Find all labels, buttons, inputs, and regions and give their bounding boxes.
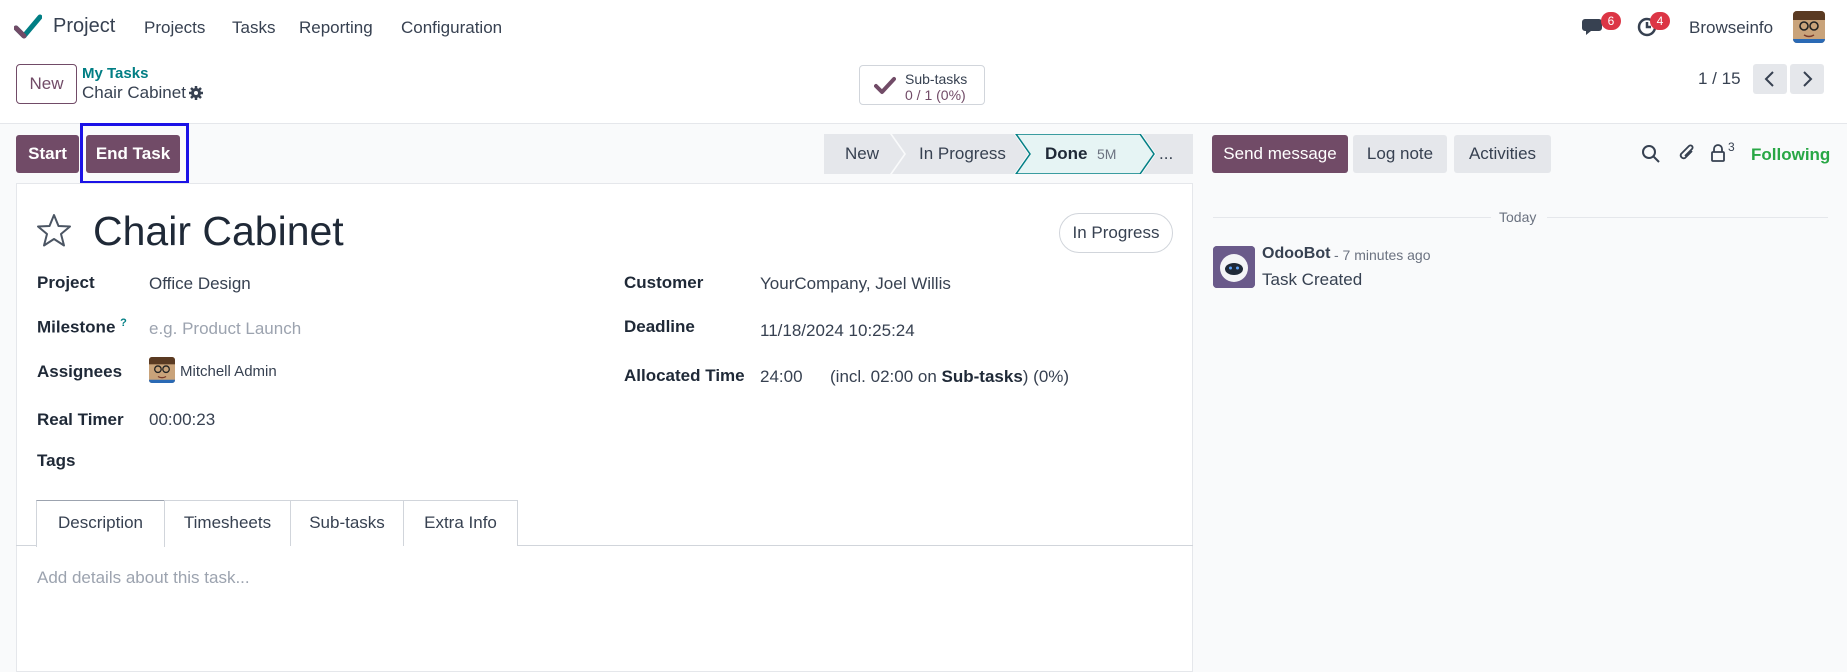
tags-label: Tags [37, 451, 76, 470]
top-navbar: Project Projects Tasks Reporting Configu… [0, 0, 1847, 53]
assignees-label: Assignees [37, 362, 123, 381]
send-message-button[interactable]: Send message [1212, 135, 1348, 173]
date-separator-line-left [1213, 217, 1491, 218]
customer-field[interactable]: YourCompany, Joel Willis [760, 274, 951, 294]
stage-done-duration: 5M [1097, 146, 1117, 162]
project-field[interactable]: Office Design [149, 274, 251, 294]
user-name[interactable]: Browseinfo [1689, 18, 1773, 38]
assignee-avatar [149, 357, 175, 383]
messages-count-badge: 6 [1601, 12, 1621, 30]
pager-previous-button[interactable] [1753, 64, 1787, 94]
milestone-field[interactable]: e.g. Product Launch [149, 319, 301, 339]
log-note-button[interactable]: Log note [1353, 135, 1447, 173]
menu-projects[interactable]: Projects [144, 18, 205, 38]
followers-lock-icon[interactable] [1710, 143, 1726, 163]
date-separator-line-right [1547, 217, 1828, 218]
chevron-left-icon [1764, 71, 1774, 87]
menu-configuration[interactable]: Configuration [401, 18, 502, 38]
subtasks-smart-button[interactable]: Sub-tasks 0 / 1 (0%) [859, 65, 985, 105]
activities-button[interactable]: Activities [1454, 135, 1551, 173]
date-separator: Today [1499, 209, 1537, 225]
followers-count: 3 [1728, 140, 1735, 154]
user-avatar[interactable] [1793, 11, 1825, 43]
chevron-right-icon [1803, 71, 1813, 87]
new-button[interactable]: New [16, 64, 77, 104]
start-button[interactable]: Start [16, 135, 79, 173]
message-body: Task Created [1262, 270, 1363, 289]
star-icon[interactable] [35, 212, 73, 250]
tab-extra-info[interactable]: Extra Info [403, 500, 518, 546]
following-button[interactable]: Following [1751, 145, 1830, 165]
search-icon[interactable] [1641, 144, 1661, 164]
subtasks-value: 0 / 1 (0%) [905, 87, 966, 103]
milestone-label: Milestone ? [37, 317, 127, 337]
tab-description[interactable]: Description [36, 500, 165, 547]
status-bar [824, 134, 1193, 174]
paperclip-icon[interactable] [1677, 142, 1697, 164]
project-label: Project [37, 273, 95, 292]
message-time: - 7 minutes ago [1334, 247, 1431, 263]
breadcrumb-my-tasks[interactable]: My Tasks [82, 65, 148, 82]
help-tooltip-icon[interactable]: ? [120, 317, 127, 329]
menu-tasks[interactable]: Tasks [232, 18, 275, 38]
control-panel: New My Tasks Chair Cabinet Sub-tasks 0 /… [0, 53, 1847, 124]
check-icon [874, 77, 896, 94]
subtasks-label: Sub-tasks [905, 71, 968, 87]
description-editor[interactable]: Add details about this task... [37, 568, 250, 588]
stage-more-button[interactable]: ... [1159, 135, 1173, 173]
allocated-time-field[interactable]: 24:00 [760, 367, 803, 387]
gear-icon[interactable] [188, 85, 204, 101]
pager-next-button[interactable] [1790, 64, 1824, 94]
menu-reporting[interactable]: Reporting [299, 18, 373, 38]
breadcrumb-current: Chair Cabinet [82, 83, 186, 102]
deadline-label: Deadline [624, 317, 695, 336]
real-timer-label: Real Timer [37, 410, 124, 429]
stage-in-progress[interactable]: In Progress [919, 135, 1006, 173]
allocated-time-subtasks-note: (incl. 02:00 on Sub-tasks) (0%) [830, 367, 1070, 386]
project-app-logo-icon[interactable] [14, 14, 42, 40]
subtasks-link[interactable]: Sub-tasks [942, 367, 1023, 386]
stage-new[interactable]: New [845, 135, 879, 173]
tab-sub-tasks[interactable]: Sub-tasks [290, 500, 404, 546]
allocated-time-label: Allocated Time [624, 366, 745, 385]
task-title[interactable]: Chair Cabinet [93, 208, 344, 255]
highlight-box [80, 123, 189, 184]
customer-label: Customer [624, 273, 704, 292]
message-author[interactable]: OdooBot [1262, 245, 1330, 263]
stage-done[interactable]: Done [1045, 135, 1088, 173]
deadline-field[interactable]: 11/18/2024 10:25:24 [760, 321, 915, 341]
tab-timesheets[interactable]: Timesheets [164, 500, 291, 546]
real-timer-field: 00:00:23 [149, 410, 216, 429]
task-status-badge[interactable]: In Progress [1059, 213, 1173, 253]
odoobot-avatar [1213, 246, 1255, 288]
app-name[interactable]: Project [53, 15, 115, 38]
assignees-field[interactable]: Mitchell Admin [180, 363, 277, 380]
activities-count-badge: 4 [1650, 12, 1670, 30]
pager-value[interactable]: 1 / 15 [1698, 69, 1741, 89]
